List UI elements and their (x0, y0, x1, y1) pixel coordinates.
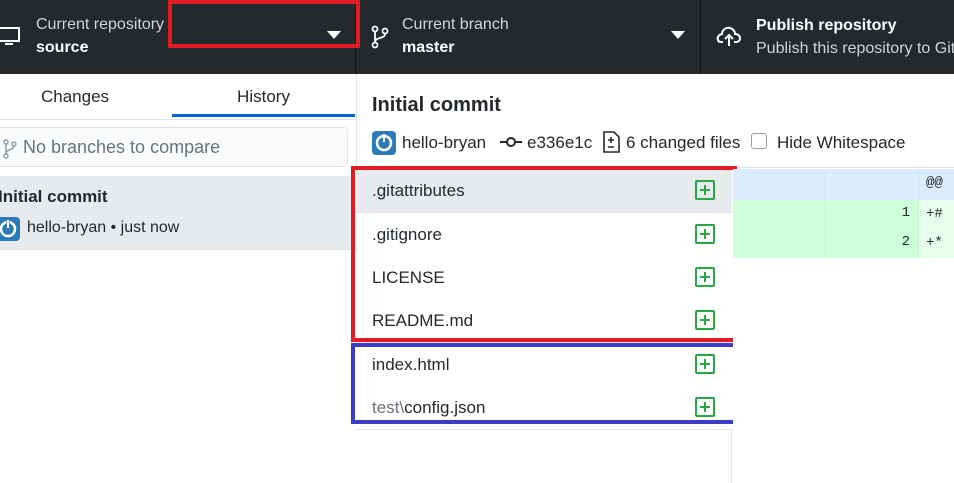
current-repository-label: Current repository (36, 16, 165, 33)
diff-hunk-header: @@ (733, 169, 954, 200)
avatar (0, 217, 20, 241)
line-number: 2 (901, 234, 910, 250)
publish-repository-subtitle: Publish this repository to GitHub (756, 40, 954, 57)
selected-tab-indicator (172, 114, 355, 117)
hide-whitespace-label[interactable]: Hide Whitespace (777, 133, 906, 153)
diff-line-text: +# (926, 206, 943, 222)
publish-repository-button[interactable]: Publish repository Publish this reposito… (702, 0, 954, 74)
commit-author: hello-bryan (402, 133, 487, 152)
diff-line-added[interactable]: 2 +* (733, 229, 954, 258)
hide-whitespace-checkbox[interactable] (751, 133, 767, 149)
cloud-upload-icon (716, 26, 742, 46)
git-commit-icon (500, 137, 522, 147)
divider (356, 429, 732, 430)
compare-branch-filter[interactable] (0, 127, 348, 167)
diff-line-added[interactable]: 1 +# (733, 200, 954, 229)
tab-history[interactable]: History (170, 74, 357, 120)
new-line-gutter: 1 (825, 200, 919, 229)
line-number: 1 (901, 205, 910, 221)
history-tab-highlight (168, 0, 360, 48)
current-branch-value: master (402, 39, 455, 56)
commit-summary-panel: Initial commit hello-bryan e336e1c 6 cha… (358, 74, 954, 168)
old-line-gutter (733, 169, 825, 200)
app-toolbar: Current repository source Current branch… (0, 0, 954, 74)
computer-icon (0, 27, 20, 45)
commit-author-time: hello-bryan • just now (27, 219, 180, 236)
changed-files-count: 6 changed files (626, 133, 741, 152)
new-files-highlight (351, 343, 737, 424)
commit-list-item[interactable]: Initial commit hello-bryan • just now (0, 176, 357, 250)
file-diff-icon (603, 131, 620, 153)
publish-repository-title: Publish repository (756, 17, 897, 34)
tab-changes[interactable]: Changes (0, 74, 150, 120)
diff-line-text: +* (926, 235, 943, 251)
current-repository-value: source (36, 39, 89, 56)
chevron-down-icon (671, 31, 685, 39)
current-branch-label: Current branch (402, 16, 509, 33)
hunk-text: @@ (926, 175, 943, 191)
sidebar: Changes History Initial commit hello-bry… (0, 74, 357, 483)
old-line-gutter (733, 229, 825, 258)
current-branch-button[interactable]: Current branch master (357, 0, 701, 74)
new-line-gutter: 2 (825, 229, 919, 258)
diff-view[interactable]: @@ 1 +# 2 +* (733, 169, 954, 483)
compare-branch-input[interactable] (23, 136, 333, 158)
commit-summary: Initial commit (0, 187, 108, 206)
sidebar-tabs: Changes History (0, 74, 357, 120)
old-line-gutter (733, 200, 825, 229)
avatar (372, 131, 396, 155)
commit-sha[interactable]: e336e1c (527, 133, 592, 153)
root-files-highlight (351, 166, 737, 342)
branch-icon (3, 139, 17, 159)
tab-history-label: History (237, 87, 290, 106)
branch-icon (371, 25, 389, 49)
commit-title: Initial commit (372, 94, 501, 116)
new-line-gutter (825, 169, 919, 200)
